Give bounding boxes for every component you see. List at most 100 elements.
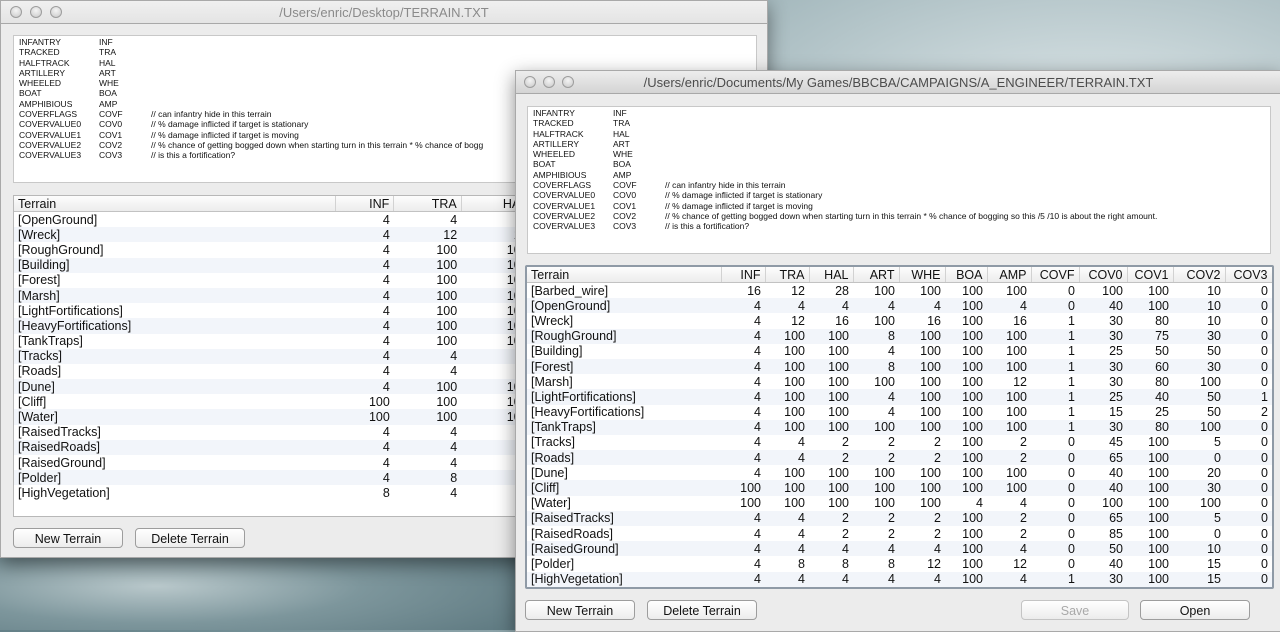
value-cell[interactable]: 2 — [899, 435, 945, 450]
value-cell[interactable]: 8 — [393, 470, 462, 486]
value-cell[interactable]: 15 — [1173, 571, 1225, 587]
value-cell[interactable]: 0 — [1031, 465, 1079, 480]
value-cell[interactable]: 2 — [899, 526, 945, 541]
value-cell[interactable]: 4 — [721, 510, 765, 526]
value-cell[interactable]: 4 — [335, 227, 394, 243]
value-cell[interactable]: 4 — [335, 379, 394, 395]
value-cell[interactable]: 100 — [945, 374, 987, 389]
value-cell[interactable]: 4 — [336, 455, 394, 470]
value-cell[interactable]: 100 — [987, 480, 1031, 496]
value-cell[interactable]: 100 — [809, 389, 853, 405]
value-cell[interactable]: 4 — [721, 328, 765, 344]
value-cell[interactable]: 4 — [394, 364, 461, 379]
value-cell[interactable]: 80 — [1127, 313, 1173, 328]
new-terrain-button[interactable]: New Terrain — [525, 600, 635, 620]
value-cell[interactable]: 12 — [987, 374, 1031, 389]
value-cell[interactable]: 4 — [809, 571, 853, 587]
column-header[interactable]: ART — [853, 267, 900, 283]
value-cell[interactable]: 100 — [335, 409, 394, 425]
value-cell[interactable]: 16 — [899, 313, 945, 328]
table-row[interactable]: [Tracks] 4 4 2 2 2 100 2 0 45 100 5 0 — [527, 435, 1272, 450]
column-header[interactable]: BOA — [945, 267, 988, 283]
value-cell[interactable]: 100 — [899, 328, 945, 344]
open-button[interactable]: Open — [1140, 600, 1250, 620]
table-row[interactable]: [Barbed_wire] 16 12 28 100 100 100 100 0 100 100 10… — [527, 283, 1272, 299]
value-cell[interactable]: 100 — [987, 419, 1031, 435]
value-cell[interactable]: 4 — [336, 364, 394, 379]
value-cell[interactable]: 65 — [1079, 510, 1127, 526]
value-cell[interactable]: 2 — [853, 435, 899, 450]
terrain-name-cell[interactable]: [Polder] — [527, 556, 721, 571]
value-cell[interactable]: 4 — [394, 425, 461, 440]
value-cell[interactable]: 0 — [1173, 450, 1225, 466]
terrain-name-cell[interactable]: [Tracks] — [14, 348, 336, 364]
value-cell[interactable]: 12 — [765, 313, 809, 328]
value-cell[interactable]: 100 — [853, 374, 899, 389]
table-row[interactable]: [RoughGround] 4 100 100 8 100 100 100 1 30 75 30 0 — [527, 328, 1272, 344]
column-header[interactable]: Terrain — [14, 196, 337, 212]
column-header[interactable]: Terrain — [527, 267, 722, 283]
value-cell[interactable]: 2 — [899, 510, 945, 526]
value-cell[interactable]: 100 — [809, 358, 853, 375]
value-cell[interactable]: 4 — [335, 257, 394, 273]
value-cell[interactable]: 0 — [1031, 496, 1079, 511]
value-cell[interactable]: 100 — [853, 419, 899, 435]
terrain-name-cell[interactable]: [RaisedRoads] — [14, 439, 336, 455]
value-cell[interactable]: 100 — [899, 496, 945, 511]
value-cell[interactable]: 100 — [393, 379, 462, 395]
table-row[interactable]: [LightFortifications] 4 100 100 4 100 100 100 1 2… — [527, 389, 1272, 405]
value-cell[interactable]: 100 — [945, 419, 987, 435]
terrain-name-cell[interactable]: [Cliff] — [527, 480, 721, 496]
value-cell[interactable]: 100 — [987, 328, 1031, 344]
terrain-name-cell[interactable]: [TankTraps] — [527, 419, 721, 435]
value-cell[interactable]: 100 — [945, 435, 987, 450]
column-header[interactable]: COVF — [1031, 267, 1080, 283]
value-cell[interactable]: 2 — [809, 510, 853, 526]
value-cell[interactable]: 100 — [853, 313, 899, 328]
value-cell[interactable]: 12 — [765, 283, 809, 299]
value-cell[interactable]: 100 — [945, 465, 987, 480]
terrain-name-cell[interactable]: [Roads] — [527, 450, 721, 466]
value-cell[interactable]: 4 — [721, 526, 765, 541]
value-cell[interactable]: 0 — [1225, 571, 1272, 587]
value-cell[interactable]: 5 — [1173, 435, 1225, 450]
value-cell[interactable]: 4 — [721, 344, 765, 359]
terrain-name-cell[interactable]: [Marsh] — [527, 374, 721, 389]
save-button[interactable]: Save — [1021, 600, 1129, 620]
value-cell[interactable]: 2 — [809, 435, 853, 450]
table-row[interactable]: [Cliff] 100 100 100 100 100 100 100 0 40 100 30 0 — [527, 480, 1272, 496]
terrain-name-cell[interactable]: [Wreck] — [14, 227, 336, 243]
value-cell[interactable]: 100 — [336, 394, 394, 409]
table-row[interactable]: [OpenGround] 4 4 4 4 4 100 4 0 40 100 10 0 — [527, 298, 1272, 314]
value-cell[interactable]: 0 — [1225, 344, 1272, 359]
value-cell[interactable]: 4 — [853, 389, 899, 405]
value-cell[interactable]: 8 — [853, 328, 899, 344]
value-cell[interactable]: 30 — [1079, 419, 1127, 435]
value-cell[interactable]: 100 — [765, 328, 809, 344]
terrain-name-cell[interactable]: [HeavyFortifications] — [527, 405, 721, 420]
value-cell[interactable]: 0 — [1225, 450, 1272, 466]
value-cell[interactable]: 100 — [899, 283, 945, 299]
column-header[interactable]: COV3 — [1225, 267, 1272, 283]
value-cell[interactable]: 100 — [721, 480, 765, 496]
column-header[interactable]: TRA — [765, 267, 810, 283]
value-cell[interactable]: 30 — [1173, 480, 1225, 496]
value-cell[interactable]: 1 — [1031, 344, 1079, 359]
value-cell[interactable]: 100 — [945, 389, 987, 405]
value-cell[interactable]: 30 — [1173, 328, 1225, 344]
value-cell[interactable]: 8 — [853, 358, 899, 375]
value-cell[interactable]: 100 — [765, 480, 809, 496]
terrain-name-cell[interactable]: [Forest] — [527, 358, 721, 375]
value-cell[interactable]: 4 — [721, 465, 765, 480]
value-cell[interactable]: 100 — [987, 389, 1031, 405]
value-cell[interactable]: 4 — [987, 541, 1031, 557]
value-cell[interactable]: 30 — [1079, 358, 1127, 375]
value-cell[interactable]: 2 — [1225, 405, 1272, 420]
value-cell[interactable]: 4 — [394, 455, 461, 470]
value-cell[interactable]: 85 — [1079, 526, 1127, 541]
value-cell[interactable]: 100 — [1127, 526, 1173, 541]
value-cell[interactable]: 4 — [721, 571, 765, 587]
value-cell[interactable]: 8 — [853, 556, 899, 571]
value-cell[interactable]: 100 — [899, 419, 945, 435]
value-cell[interactable]: 4 — [899, 541, 945, 557]
